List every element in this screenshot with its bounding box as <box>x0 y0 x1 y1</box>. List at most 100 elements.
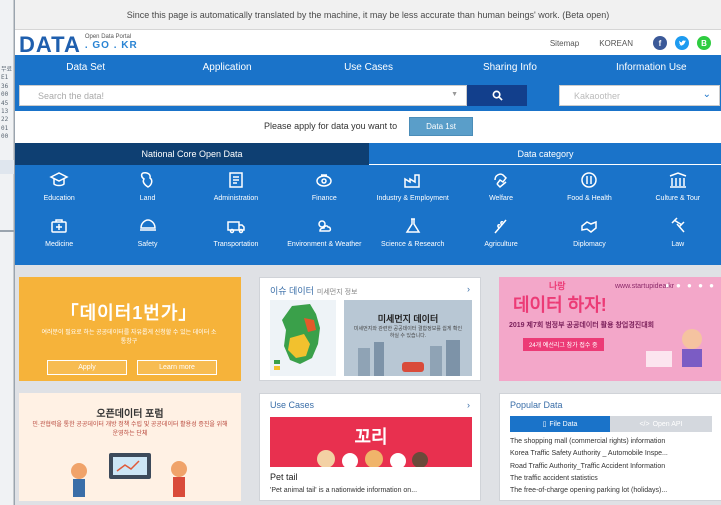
category-culture-tour[interactable]: Culture & Tour <box>634 169 721 215</box>
category-diplomacy[interactable]: Diplomacy <box>545 215 633 261</box>
event-url: www.startupidea.kr <box>615 283 675 290</box>
chevron-down-icon: ⌄ <box>702 89 711 100</box>
law-icon <box>667 215 689 237</box>
translation-notice: Since this page is automatically transla… <box>15 0 721 30</box>
category-land[interactable]: Land <box>103 169 191 215</box>
language-link[interactable]: KOREAN <box>599 39 633 48</box>
culture-icon <box>667 169 689 191</box>
chevron-right-icon[interactable]: › <box>467 400 470 410</box>
search-filter-value: Kakaoother <box>574 90 621 101</box>
finance-icon <box>313 169 335 191</box>
tab-open-api[interactable]: </> Open API <box>610 416 712 432</box>
category-welfare[interactable]: Welfare <box>457 169 545 215</box>
issue-title: 이슈 데이터 <box>270 286 314 296</box>
event-banner[interactable]: ● ● ● ● ● www.startupidea.kr 나랑 데이터 하자! … <box>499 277 721 381</box>
use-case-desc: 'Pet animal tail' is a nationwide inform… <box>270 487 418 494</box>
search-button[interactable] <box>467 85 527 106</box>
content-area: 「데이터1번가」 여러분이 필요로 하는 공공데이터를 자유롭게 신청할 수 있… <box>15 265 721 505</box>
issue-data-card[interactable]: 이슈 데이터 미세먼지 정보 › 미세먼지 데이터 미세먼지와 관련한 공공데이터… <box>259 277 481 381</box>
forum-title: 오픈데이터 포럼 <box>96 409 164 420</box>
category-environment[interactable]: Environment & Weather <box>280 215 368 261</box>
category-administration[interactable]: Administration <box>192 169 280 215</box>
korea-map-image <box>270 300 336 376</box>
open-data-forum-card[interactable]: 오픈데이터 포럼 민·관협력을 통한 공공데이터 개방 정책 수립 및 공공데이… <box>19 393 241 501</box>
chevron-right-icon[interactable]: › <box>467 284 470 297</box>
nav-information-use[interactable]: Information Use <box>581 55 721 79</box>
diplomacy-icon <box>578 215 600 237</box>
industry-icon <box>402 169 424 191</box>
search-bar: Search the data! ▼ Kakaoother ⌄ <box>15 79 721 111</box>
blog-icon[interactable]: B <box>697 36 711 50</box>
forum-desc: 민·관협력을 통한 공공데이터 개방 정책 수립 및 공공데이터 활용성 증진을… <box>32 422 228 437</box>
search-placeholder: Search the data! <box>38 90 105 101</box>
learn-more-button[interactable]: Learn more <box>137 360 217 375</box>
search-icon <box>492 90 503 101</box>
main-nav: Data Set Application Use Cases Sharing I… <box>15 55 721 79</box>
issue-subtitle: 미세먼지 정보 <box>316 289 358 296</box>
background-divider <box>0 230 14 232</box>
apply-button[interactable]: Apply <box>47 360 127 375</box>
category-transportation[interactable]: Transportation <box>192 215 280 261</box>
search-filter-select[interactable]: Kakaoother ⌄ <box>559 85 720 106</box>
background-window: 무료 E1 36 00 45 13 22 01 00 <box>0 0 14 505</box>
category-industry[interactable]: Industry & Employment <box>369 169 457 215</box>
tab-national-core[interactable]: National Core Open Data <box>15 143 369 165</box>
sitemap-link[interactable]: Sitemap <box>550 39 579 48</box>
list-item[interactable]: Road Traffic Authority_Traffic Accident … <box>510 461 720 473</box>
medicine-icon <box>48 215 70 237</box>
list-item[interactable]: The free-of-charge opening parking lot (… <box>510 485 720 497</box>
category-science[interactable]: Science & Research <box>369 215 457 261</box>
caret-down-icon[interactable]: ▼ <box>451 91 458 98</box>
category-grid: Education Land Administration Finance In… <box>15 165 721 265</box>
category-finance[interactable]: Finance <box>280 169 368 215</box>
search-input[interactable]: Search the data! ▼ <box>19 85 467 106</box>
category-food-health[interactable]: Food & Health <box>545 169 633 215</box>
administration-icon <box>225 169 247 191</box>
background-selection <box>0 160 14 174</box>
site-header: DATA Open Data Portal . GO . KR Sitemap … <box>15 30 721 57</box>
popular-data-list: The shopping mall (commercial rights) in… <box>510 436 720 497</box>
list-item[interactable]: The shopping mall (commercial rights) in… <box>510 436 720 448</box>
data-request-button[interactable]: Data 1st <box>409 116 473 136</box>
land-icon <box>137 169 159 191</box>
popular-data-card: Popular Data ▯ File Data </> Open API The … <box>499 393 721 501</box>
data-request-text: Please apply for data you want to <box>264 121 398 131</box>
food-icon <box>578 169 600 191</box>
category-safety[interactable]: Safety <box>103 215 191 261</box>
use-cases-title: Use Cases <box>270 400 315 410</box>
facebook-icon[interactable]: f <box>653 36 667 50</box>
file-icon: ▯ <box>542 421 547 428</box>
pet-tail-image: 꼬리 <box>270 417 472 467</box>
safety-icon <box>137 215 159 237</box>
list-item[interactable]: Korea Traffic Safety Authority _ Automob… <box>510 448 720 460</box>
category-agriculture[interactable]: Agriculture <box>457 215 545 261</box>
agriculture-icon <box>490 215 512 237</box>
list-item[interactable]: The traffic accident statistics <box>510 473 720 485</box>
education-icon <box>48 169 70 191</box>
use-cases-card[interactable]: Use Cases › 꼬리 Pet tail 'Pet animal tail… <box>259 393 481 501</box>
environment-icon <box>313 215 335 237</box>
promo-title: 「데이터1번가」 <box>60 303 198 323</box>
category-law[interactable]: Law <box>634 215 721 261</box>
nav-use-cases[interactable]: Use Cases <box>298 55 439 79</box>
nav-data-set[interactable]: Data Set <box>15 55 156 79</box>
logo-domain: . GO . KR <box>84 40 138 51</box>
category-education[interactable]: Education <box>15 169 103 215</box>
use-case-name[interactable]: Pet tail <box>270 472 298 482</box>
nav-application[interactable]: Application <box>156 55 297 79</box>
promo-desc: 여러분이 필요로 하는 공공데이터를 자유롭게 신청할 수 있는 데이터 소통창… <box>41 330 217 345</box>
event-date-badge: 24개 예선리그 참가 접수 중 <box>523 338 604 351</box>
science-icon <box>402 215 424 237</box>
welfare-icon <box>490 169 512 191</box>
nav-sharing-info[interactable]: Sharing Info <box>439 55 580 79</box>
tab-file-data[interactable]: ▯ File Data <box>510 416 610 432</box>
promo-banner-data1st[interactable]: 「데이터1번가」 여러분이 필요로 하는 공공데이터를 자유롭게 신청할 수 있… <box>19 277 241 381</box>
tab-data-category[interactable]: Data category <box>369 143 721 165</box>
background-window-text: 무료 E1 36 00 45 13 22 01 00 <box>1 66 13 141</box>
browser-page: Since this page is automatically transla… <box>14 0 721 505</box>
fine-dust-image: 미세먼지 데이터 미세먼지와 관련한 공공데이터 결합정보를 쉽게 확인하실 수… <box>344 300 472 376</box>
twitter-icon[interactable] <box>675 36 689 50</box>
event-headline: 데이터 하자! <box>513 295 607 315</box>
transportation-icon <box>225 215 247 237</box>
category-medicine[interactable]: Medicine <box>15 215 103 261</box>
